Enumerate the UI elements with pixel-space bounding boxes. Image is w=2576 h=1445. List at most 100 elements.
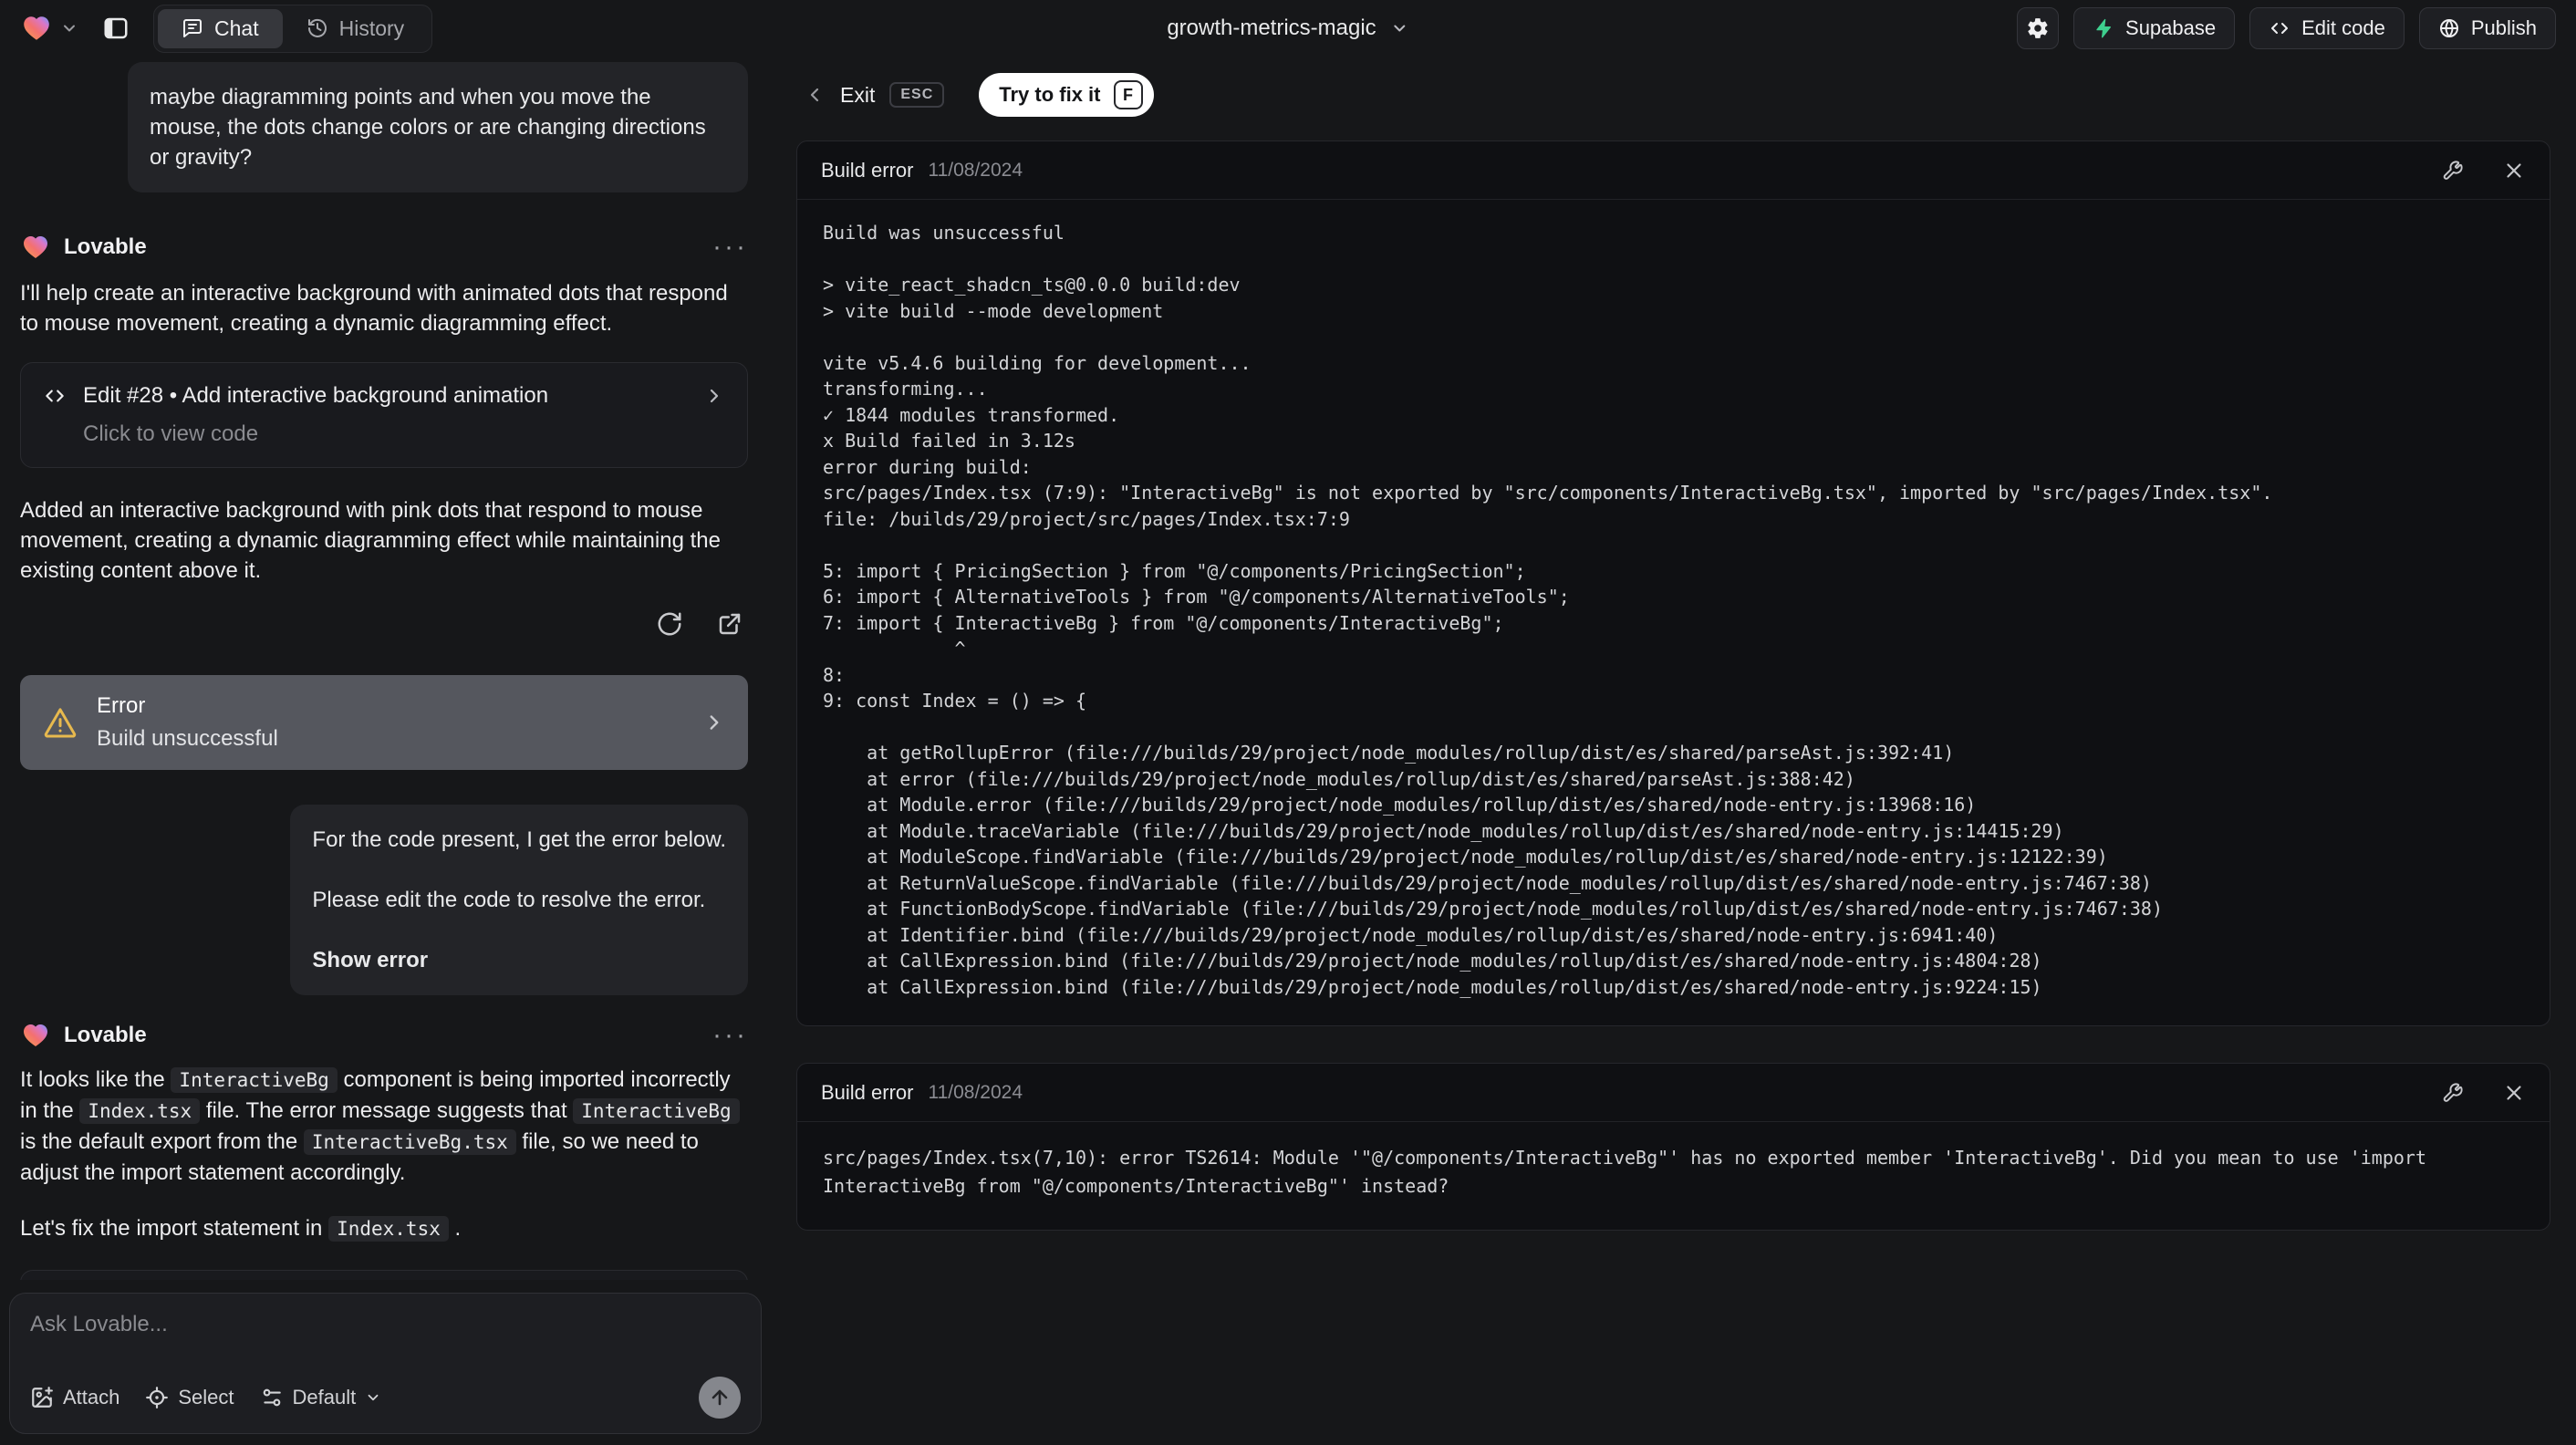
tab-history[interactable]: History bbox=[283, 9, 429, 48]
exit-button[interactable]: Exit ESC bbox=[804, 82, 945, 108]
project-name: growth-metrics-magic bbox=[1167, 16, 1376, 40]
error-panel-header: Exit ESC Try to fix it F bbox=[804, 73, 2550, 117]
user-message: maybe diagramming points and when you mo… bbox=[128, 62, 748, 192]
workspace-menu[interactable] bbox=[20, 13, 78, 44]
user-message: For the code present, I get the error be… bbox=[290, 805, 748, 995]
restore-button[interactable] bbox=[651, 606, 688, 642]
settings-button[interactable] bbox=[2017, 7, 2060, 49]
chevron-down-icon bbox=[1394, 25, 1406, 32]
fix-with-tool-button[interactable] bbox=[2442, 160, 2464, 182]
try-to-fix-button[interactable]: Try to fix it F bbox=[979, 73, 1154, 117]
refresh-icon bbox=[658, 612, 681, 636]
send-arrow-up-icon bbox=[712, 1389, 728, 1406]
message-actions bbox=[20, 606, 748, 642]
chevron-down-icon bbox=[368, 1394, 379, 1401]
globe-icon bbox=[2439, 19, 2458, 37]
fix-with-tool-button[interactable] bbox=[2442, 1082, 2464, 1104]
more-options-button[interactable]: ··· bbox=[712, 234, 748, 261]
wrench-icon bbox=[2443, 1082, 2463, 1102]
lovable-heart-icon bbox=[24, 1024, 47, 1046]
edit-card-title: Edit #28 • Add interactive background an… bbox=[83, 383, 549, 408]
gear-icon bbox=[2028, 18, 2048, 38]
project-switcher[interactable]: growth-metrics-magic bbox=[1167, 16, 1408, 41]
build-error-log-card-1: Build error 11/08/2024 Build was unsucce… bbox=[796, 140, 2550, 1026]
tab-chat-label: Chat bbox=[214, 16, 259, 40]
build-error-log-text: Build was unsuccessful > vite_react_shad… bbox=[823, 222, 2273, 998]
assistant-message-text: Let's fix the import statement in Index.… bbox=[20, 1216, 462, 1242]
chevron-left-icon bbox=[810, 88, 819, 102]
attach-button[interactable]: Attach bbox=[30, 1386, 119, 1409]
try-to-fix-label: Try to fix it bbox=[999, 83, 1101, 106]
chat-message-list: maybe diagramming points and when you mo… bbox=[0, 57, 771, 1280]
select-label: Select bbox=[178, 1386, 234, 1409]
edit-code-button[interactable]: Edit code bbox=[2249, 7, 2405, 49]
send-button[interactable] bbox=[699, 1377, 741, 1419]
chevron-right-icon bbox=[710, 715, 719, 730]
open-preview-button[interactable] bbox=[712, 606, 748, 642]
user-message-text: Please edit the code to resolve the erro… bbox=[312, 888, 706, 912]
model-label: Default bbox=[292, 1386, 357, 1409]
code-icon bbox=[2271, 23, 2289, 34]
show-error-link[interactable]: Show error bbox=[312, 945, 726, 975]
close-icon bbox=[2507, 1085, 2521, 1100]
attach-image-icon bbox=[32, 1387, 53, 1408]
code-icon bbox=[46, 390, 64, 402]
close-error-button[interactable] bbox=[2502, 1081, 2526, 1105]
topbar: Chat History growth-metrics-magic Supaba… bbox=[0, 0, 2576, 57]
assistant-header: Lovable ··· bbox=[20, 233, 748, 262]
build-error-title: Build error bbox=[821, 1080, 914, 1104]
exit-label: Exit bbox=[840, 82, 876, 107]
more-ellipsis-icon: ··· bbox=[712, 1020, 748, 1050]
wrench-icon bbox=[2443, 160, 2463, 180]
supabase-button[interactable]: Supabase bbox=[2073, 7, 2236, 49]
assistant-header: Lovable ··· bbox=[20, 1021, 748, 1050]
close-error-button[interactable] bbox=[2502, 159, 2526, 182]
panel-left-icon bbox=[104, 17, 128, 39]
more-options-button[interactable]: ··· bbox=[712, 1022, 748, 1049]
model-selector[interactable]: Default bbox=[260, 1386, 382, 1409]
assistant-name: Lovable bbox=[64, 234, 147, 259]
build-error-date: 11/08/2024 bbox=[928, 159, 1023, 181]
warning-triangle-icon bbox=[44, 708, 77, 738]
supabase-label: Supabase bbox=[2125, 16, 2217, 39]
build-error-card[interactable]: Error Build unsuccessful bbox=[20, 675, 748, 770]
build-error-card-header: Build error 11/08/2024 bbox=[797, 1064, 2550, 1122]
publish-label: Publish bbox=[2470, 16, 2537, 39]
chat-input[interactable] bbox=[30, 1312, 741, 1370]
chevron-right-icon bbox=[710, 389, 719, 403]
edit-card-29[interactable]: Edit #29 • Fix import error for Interact… bbox=[20, 1270, 748, 1280]
chat-panel: maybe diagramming points and when you mo… bbox=[0, 57, 771, 1445]
error-card-subtitle: Build unsuccessful bbox=[97, 726, 278, 751]
build-error-title: Build error bbox=[821, 158, 914, 182]
supabase-bolt-icon bbox=[2096, 18, 2111, 38]
build-error-card-header: Build error 11/08/2024 bbox=[797, 141, 2550, 200]
select-element-button[interactable]: Select bbox=[145, 1386, 234, 1409]
build-error-log: Build was unsuccessful > vite_react_shad… bbox=[797, 200, 2550, 1025]
default-sliders-icon bbox=[263, 1388, 281, 1407]
error-card-title: Error bbox=[97, 693, 146, 718]
build-error-date: 11/08/2024 bbox=[928, 1081, 1023, 1103]
lovable-heart-icon bbox=[24, 16, 49, 40]
chat-composer: Attach Select Default bbox=[9, 1293, 762, 1434]
edit-card-28[interactable]: Edit #28 • Add interactive background an… bbox=[20, 362, 748, 468]
more-ellipsis-icon: ··· bbox=[712, 232, 748, 262]
history-icon bbox=[307, 18, 327, 37]
assistant-message-text: I'll help create an interactive backgrou… bbox=[20, 281, 728, 336]
edit-card-subtitle: Click to view code bbox=[83, 421, 259, 446]
assistant-message-text: Added an interactive background with pin… bbox=[20, 498, 721, 583]
open-preview-icon bbox=[719, 613, 741, 635]
chat-history-tab-group: Chat History bbox=[153, 4, 433, 53]
select-target-icon bbox=[146, 1387, 169, 1409]
f-key-badge: F bbox=[1113, 80, 1143, 109]
chevron-down-icon bbox=[64, 25, 75, 32]
publish-button[interactable]: Publish bbox=[2418, 7, 2556, 49]
close-icon bbox=[2507, 162, 2521, 178]
assistant-name: Lovable bbox=[64, 1023, 147, 1047]
app-window: Chat History growth-metrics-magic Supaba… bbox=[0, 0, 2576, 1445]
user-message-text: For the code present, I get the error be… bbox=[312, 827, 726, 852]
build-error-log-card-2: Build error 11/08/2024 src/pages/Index.t… bbox=[796, 1063, 2550, 1231]
lovable-heart-icon bbox=[24, 236, 47, 258]
sidebar-toggle-button[interactable] bbox=[95, 7, 137, 49]
build-error-log: src/pages/Index.tsx(7,10): error TS2614:… bbox=[797, 1122, 2550, 1230]
tab-chat[interactable]: Chat bbox=[158, 8, 283, 48]
